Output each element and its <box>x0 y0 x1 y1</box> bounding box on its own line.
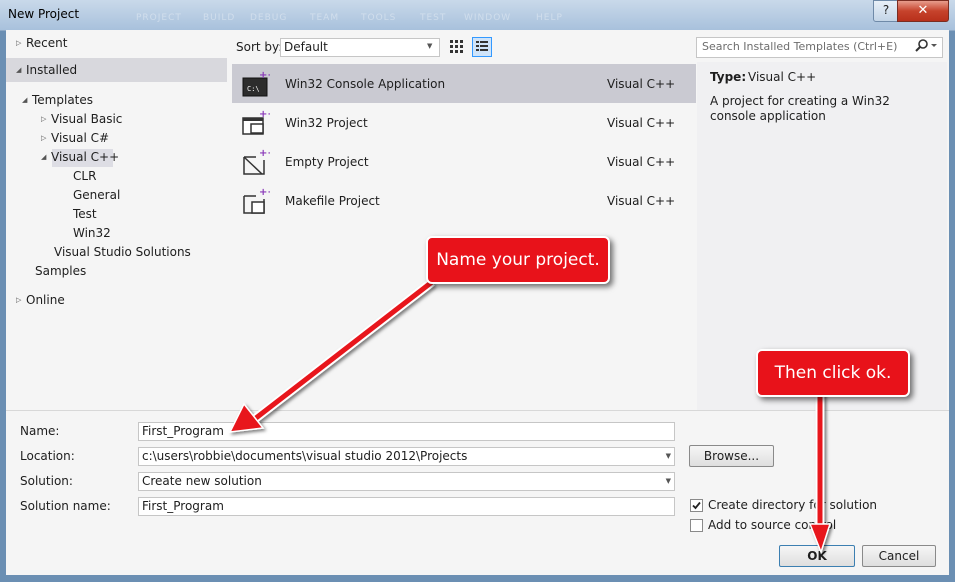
tree-item-label: Templates <box>32 93 94 107</box>
tree-item-visual-csharp[interactable]: ▷ Visual C# <box>41 129 109 148</box>
solution-value: Create new solution <box>142 474 262 488</box>
tree-item-general[interactable]: General <box>73 186 120 205</box>
template-name: Win32 Project <box>285 116 368 130</box>
tree-item-label: Visual C++ <box>51 150 120 164</box>
tree-item-label: Installed <box>26 63 78 77</box>
ghost-menu-item: TEAM <box>310 13 340 23</box>
solution-label: Solution: <box>20 474 73 488</box>
ghost-menu-item: DEBUG <box>250 13 288 23</box>
ghost-menu-item: HELP <box>536 13 563 23</box>
svg-text:C:\: C:\ <box>247 85 260 93</box>
tree-item-installed[interactable]: ◢ Installed <box>16 61 77 80</box>
template-row-makefile-project[interactable]: ++ Makefile Project Visual C++ <box>232 181 696 220</box>
collapse-arrow-icon[interactable]: ◢ <box>16 61 26 80</box>
name-project-callout: Name your project. <box>426 236 610 284</box>
svg-text:++: ++ <box>259 187 270 198</box>
template-row-empty-project[interactable]: ++ Empty Project Visual C++ <box>232 142 696 181</box>
tree-item-vs-solutions[interactable]: Visual Studio Solutions <box>54 243 191 262</box>
tree-item-label: Visual C# <box>51 131 110 145</box>
cancel-button[interactable]: Cancel <box>862 545 936 567</box>
help-button[interactable]: ? <box>873 0 899 22</box>
tree-item-recent[interactable]: ▷ Recent <box>16 34 67 53</box>
template-tree <box>6 30 230 410</box>
template-language: Visual C++ <box>607 155 676 169</box>
name-value: First_Program <box>142 424 224 438</box>
solution-dropdown[interactable]: Create new solution ▼ <box>138 472 675 491</box>
location-label: Location: <box>20 449 75 463</box>
list-view-icon <box>476 41 488 51</box>
template-name: Win32 Console Application <box>285 77 446 91</box>
tree-item-label: Online <box>26 293 65 307</box>
type-label: Type: <box>710 70 747 84</box>
list-view-button[interactable] <box>472 37 492 57</box>
sort-label: Sort by: <box>236 40 283 54</box>
type-value: Visual C++ <box>748 70 817 84</box>
tree-item-templates[interactable]: ◢ Templates <box>22 91 93 110</box>
tree-item-visual-basic[interactable]: ▷ Visual Basic <box>41 110 122 129</box>
makefile-project-icon: ++ <box>243 187 270 214</box>
ghost-menu-item: PROJECT <box>136 13 182 23</box>
source-control-label: Add to source control <box>708 518 837 532</box>
template-name: Makefile Project <box>285 194 380 208</box>
create-directory-checkbox[interactable] <box>690 499 703 512</box>
tree-item-label: Recent <box>26 36 68 50</box>
tree-item-label: Visual Basic <box>51 112 123 126</box>
name-field[interactable]: First_Program <box>138 422 675 441</box>
ghost-menu-item: BUILD <box>203 13 236 23</box>
tree-item-visual-cpp[interactable]: ◢ Visual C++ <box>41 148 119 167</box>
collapse-arrow-icon[interactable]: ◢ <box>22 91 32 110</box>
search-placeholder: Search Installed Templates (Ctrl+E) <box>702 40 898 53</box>
template-row-win32-project[interactable]: ++ Win32 Project Visual C++ <box>232 103 696 142</box>
source-control-checkbox[interactable] <box>690 519 703 532</box>
chevron-down-icon: ▼ <box>427 42 433 50</box>
svg-text:++: ++ <box>259 148 270 159</box>
svg-text:++: ++ <box>259 109 270 120</box>
expand-arrow-icon[interactable]: ▷ <box>41 129 51 148</box>
win32-project-icon: ++ <box>242 109 270 135</box>
expand-arrow-icon[interactable]: ▷ <box>41 110 51 129</box>
empty-project-icon: ++ <box>243 148 270 175</box>
template-row-win32-console[interactable]: C:\ ++ Win32 Console Application Visual … <box>232 64 696 103</box>
close-button[interactable]: ✕ <box>897 0 949 22</box>
tree-item-samples[interactable]: Samples <box>35 262 86 281</box>
expand-arrow-icon[interactable]: ▷ <box>16 34 26 53</box>
tree-item-clr[interactable]: CLR <box>73 167 96 186</box>
svg-text:++: ++ <box>259 70 270 81</box>
location-value: c:\users\robbie\documents\visual studio … <box>142 449 468 463</box>
ghost-menu-item: TOOLS <box>361 13 397 23</box>
window-title: New Project <box>8 7 80 21</box>
sort-value: Default <box>284 40 328 54</box>
expand-arrow-icon[interactable]: ▷ <box>16 291 26 310</box>
chevron-down-icon[interactable]: ▼ <box>666 477 671 485</box>
ok-button[interactable]: OK <box>779 545 855 567</box>
ghost-menu-item: TEST <box>420 13 447 23</box>
click-ok-callout: Then click ok. <box>756 349 910 397</box>
small-icons-view-icon[interactable] <box>448 38 465 55</box>
name-label: Name: <box>20 424 60 438</box>
checkmark-icon <box>692 501 701 510</box>
tree-item-test[interactable]: Test <box>73 205 97 224</box>
chevron-down-icon[interactable]: ▼ <box>666 452 671 460</box>
template-name: Empty Project <box>285 155 369 169</box>
location-combo[interactable]: c:\users\robbie\documents\visual studio … <box>138 447 675 466</box>
template-language: Visual C++ <box>607 194 676 208</box>
template-language: Visual C++ <box>607 77 676 91</box>
template-language: Visual C++ <box>607 116 676 130</box>
browse-button[interactable]: Browse... <box>689 445 774 467</box>
template-description: A project for creating a Win32 console a… <box>710 94 890 123</box>
search-icon[interactable] <box>914 38 940 54</box>
collapse-arrow-icon[interactable]: ◢ <box>41 148 51 167</box>
ghost-menu-item: WINDOW <box>464 13 512 23</box>
tree-item-online[interactable]: ▷ Online <box>16 291 65 310</box>
solution-name-field[interactable]: First_Program <box>138 497 675 516</box>
solution-name-value: First_Program <box>142 499 224 513</box>
console-app-icon: C:\ ++ <box>242 70 270 97</box>
solution-name-label: Solution name: <box>20 499 111 513</box>
tree-item-win32[interactable]: Win32 <box>73 224 111 243</box>
create-directory-label: Create directory for solution <box>708 498 878 512</box>
